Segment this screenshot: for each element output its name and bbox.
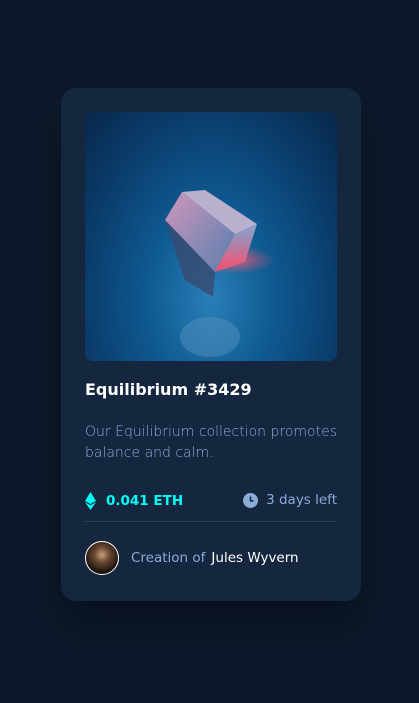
creator: Creation of Jules Wyvern	[85, 541, 299, 575]
time-left-value: 3 days left	[266, 492, 337, 508]
creator-name[interactable]: Jules Wyvern	[211, 550, 298, 566]
nft-title[interactable]: Equilibrium #3429	[85, 380, 252, 399]
price: 0.041 ETH	[85, 492, 183, 510]
nft-description: Our Equilibrium collection promotes bala…	[85, 424, 337, 461]
nft-image[interactable]	[85, 112, 337, 361]
divider	[85, 521, 337, 522]
price-value: 0.041 ETH	[106, 493, 184, 509]
avatar	[85, 541, 119, 575]
cube-illustration	[165, 190, 275, 357]
nft-card: Equilibrium #3429 Our Equilibrium collec…	[61, 88, 361, 601]
ethereum-icon	[85, 492, 96, 510]
creator-prefix: Creation of	[131, 550, 206, 566]
time-left: 3 days left	[243, 492, 337, 508]
clock-icon	[243, 492, 259, 508]
